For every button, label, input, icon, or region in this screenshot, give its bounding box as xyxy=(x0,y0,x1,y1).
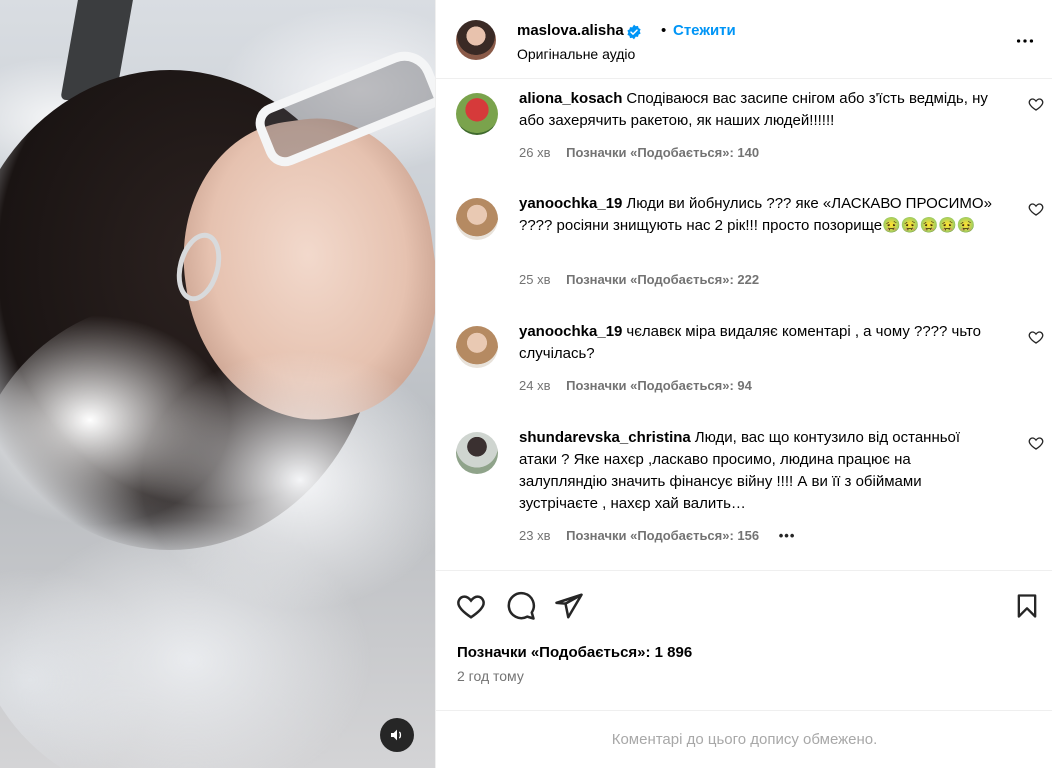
share-icon[interactable] xyxy=(554,591,584,626)
comment-like-icon[interactable] xyxy=(1028,201,1044,222)
post-photo[interactable] xyxy=(0,0,435,768)
speaker-icon xyxy=(391,729,402,741)
comment-time[interactable]: 23 хв xyxy=(519,528,550,543)
comment-time[interactable]: 25 хв xyxy=(519,272,550,287)
more-options-icon[interactable] xyxy=(1014,30,1036,57)
comment-like-icon[interactable] xyxy=(1028,435,1044,456)
comments-list[interactable]: aliona_kosach Сподіваюся вас засипе сніго… xyxy=(436,80,1052,570)
header-separator: • xyxy=(661,22,667,39)
comment-username[interactable]: yanoochka_19 xyxy=(519,323,622,340)
commenter-avatar[interactable] xyxy=(456,326,498,368)
comment-likes[interactable]: Позначки «Подобається»: 222 xyxy=(566,272,759,287)
author-username[interactable]: maslova.alisha xyxy=(517,22,624,39)
comment-like-icon[interactable] xyxy=(1028,96,1044,117)
likes-total[interactable]: Позначки «Подобається»: 1 896 xyxy=(457,644,692,661)
comment-icon[interactable] xyxy=(506,591,536,626)
comment-likes[interactable]: Позначки «Подобається»: 94 xyxy=(566,378,752,393)
post-side-panel: maslova.alisha • Стежити Оригінальне ауд… xyxy=(435,0,1052,768)
comment-likes[interactable]: Позначки «Подобається»: 156 xyxy=(566,528,759,543)
post-time[interactable]: 2 год тому xyxy=(457,668,524,684)
comment-meta: 24 хв Позначки «Подобається»: 94 xyxy=(519,378,752,393)
commenter-avatar[interactable] xyxy=(456,432,498,474)
comment-body: shundarevska_christina Люди, вас що конту… xyxy=(519,427,999,515)
post-header: maslova.alisha • Стежити Оригінальне ауд… xyxy=(436,0,1052,79)
comment-username[interactable]: shundarevska_christina xyxy=(519,429,691,446)
bookmark-icon[interactable] xyxy=(1013,591,1041,626)
post-actions: Позначки «Подобається»: 1 896 2 год тому xyxy=(436,570,1052,710)
comments-restricted-notice: Коментарі до цього допису обмежено. xyxy=(436,710,1052,768)
follow-button[interactable]: Стежити xyxy=(673,22,736,39)
heart-icon[interactable] xyxy=(456,591,486,626)
comment-body: yanoochka_19 чєлавєк міра видаляє комента… xyxy=(519,321,999,365)
comment-time[interactable]: 26 хв xyxy=(519,145,550,160)
commenter-avatar[interactable] xyxy=(456,198,498,240)
audio-toggle-button[interactable] xyxy=(380,718,414,752)
comment-username[interactable]: yanoochka_19 xyxy=(519,195,622,212)
comment-more-options[interactable]: ••• xyxy=(779,528,796,543)
audio-label[interactable]: Оригінальне аудіо xyxy=(517,46,635,62)
comment-username[interactable]: aliona_kosach xyxy=(519,90,622,107)
comment-likes[interactable]: Позначки «Подобається»: 140 xyxy=(566,145,759,160)
commenter-avatar[interactable] xyxy=(456,93,498,135)
verified-badge-icon xyxy=(626,24,642,45)
photo-fur-coat xyxy=(0,300,435,768)
comment-body: yanoochka_19 Люди ви йобнулись ??? яке «Л… xyxy=(519,193,999,237)
comment-like-icon[interactable] xyxy=(1028,329,1044,350)
comment-time[interactable]: 24 хв xyxy=(519,378,550,393)
comment-meta: 26 хв Позначки «Подобається»: 140 xyxy=(519,145,759,160)
comment-body: aliona_kosach Сподіваюся вас засипе сніго… xyxy=(519,88,999,132)
restricted-text: Коментарі до цього допису обмежено. xyxy=(611,731,878,748)
comment-meta: 25 хв Позначки «Подобається»: 222 xyxy=(519,272,759,287)
comment-meta: 23 хв Позначки «Подобається»: 156 ••• xyxy=(519,528,795,543)
author-avatar[interactable] xyxy=(456,20,496,60)
